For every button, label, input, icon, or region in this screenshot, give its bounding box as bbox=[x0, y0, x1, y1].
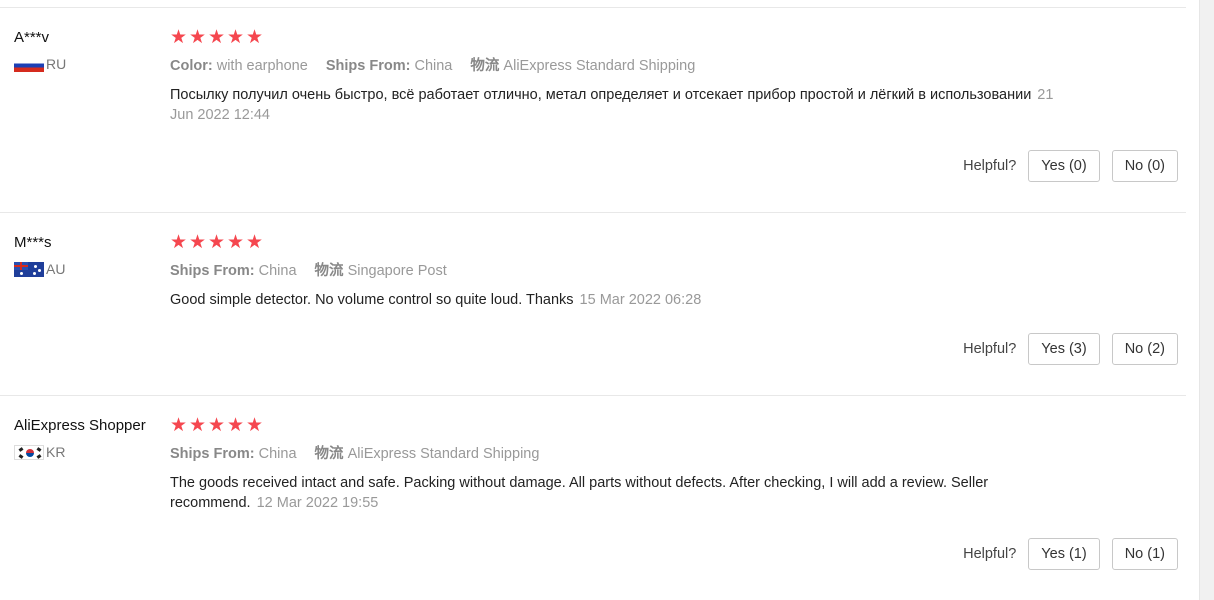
reviewer-country: RU bbox=[14, 56, 164, 72]
sku-logistics: 物流 AliExpress Standard Shipping bbox=[315, 446, 540, 462]
review-text: Посылку получил очень быстро, всё работа… bbox=[170, 85, 1070, 125]
star-rating: ★★★★★ bbox=[170, 416, 1170, 436]
star-icon: ★ bbox=[246, 232, 265, 253]
sku-ships-from: Ships From: China bbox=[326, 58, 453, 74]
sku-label: Ships From: bbox=[170, 263, 255, 279]
star-icon: ★ bbox=[170, 27, 189, 48]
review-content: ★★★★★ Ships From: China 物流 Singapore Pos… bbox=[170, 233, 1170, 310]
star-icon: ★ bbox=[246, 415, 265, 436]
reviewer-info: A***v RU bbox=[14, 28, 164, 72]
sku-value: Singapore Post bbox=[347, 263, 447, 279]
star-icon: ★ bbox=[208, 415, 227, 436]
star-icon: ★ bbox=[227, 415, 246, 436]
reviewer-info: AliExpress Shopper KR bbox=[14, 416, 164, 460]
russia-flag-icon bbox=[14, 58, 44, 72]
reviewer-name: AliExpress Shopper bbox=[14, 417, 146, 434]
star-icon: ★ bbox=[189, 415, 208, 436]
sku-label: Ships From: bbox=[325, 58, 411, 74]
sku-logistics: 物流 AliExpress Standard Shipping bbox=[470, 58, 695, 74]
south-korea-flag-icon bbox=[14, 444, 44, 460]
reviewer-name: M***s bbox=[14, 234, 52, 251]
sku-info: Ships From: China 物流 AliExpress Standard… bbox=[170, 445, 1170, 463]
helpful-label: Helpful? bbox=[963, 546, 1017, 562]
sku-ships-from: Ships From: China bbox=[170, 263, 297, 279]
helpful-label: Helpful? bbox=[963, 158, 1017, 174]
review-content: ★★★★★ Ships From: China 物流 AliExpress St… bbox=[170, 416, 1170, 513]
star-rating: ★★★★★ bbox=[170, 28, 1170, 48]
star-icon: ★ bbox=[170, 232, 189, 253]
star-icon: ★ bbox=[170, 415, 189, 436]
helpful-yes-button[interactable]: Yes (1) bbox=[1028, 538, 1100, 570]
star-icon: ★ bbox=[227, 27, 246, 48]
reviewer-country: KR bbox=[14, 444, 164, 460]
sku-value: China bbox=[258, 446, 297, 462]
review-item: A***v RU ★★★★★ Color: with earphone Ship… bbox=[0, 8, 1186, 213]
sku-value: AliExpress Standard Shipping bbox=[503, 58, 696, 74]
review-text: Good simple detector. No volume control … bbox=[170, 290, 1070, 310]
sku-color: Color: with earphone bbox=[170, 58, 308, 74]
reviews-page: A***v RU ★★★★★ Color: with earphone Ship… bbox=[0, 0, 1214, 600]
sku-value: China bbox=[258, 263, 297, 279]
sku-value: AliExpress Standard Shipping bbox=[347, 446, 540, 462]
country-code: AU bbox=[46, 261, 66, 277]
helpful-controls: Helpful? Yes (0) No (0) bbox=[963, 150, 1178, 182]
review-date: 15 Mar 2022 06:28 bbox=[579, 292, 702, 308]
australia-flag-icon bbox=[14, 261, 44, 277]
sku-value: with earphone bbox=[216, 58, 308, 74]
sku-ships-from: Ships From: China bbox=[170, 446, 297, 462]
country-code: KR bbox=[46, 444, 66, 460]
helpful-controls: Helpful? Yes (1) No (1) bbox=[963, 538, 1178, 570]
helpful-controls: Helpful? Yes (3) No (2) bbox=[963, 333, 1178, 365]
review-item: AliExpress Shopper KR ★★★★★ Ships From: … bbox=[0, 396, 1186, 600]
helpful-yes-button[interactable]: Yes (3) bbox=[1028, 333, 1100, 365]
sku-label: 物流 bbox=[470, 58, 500, 74]
helpful-yes-button[interactable]: Yes (0) bbox=[1028, 150, 1100, 182]
review-content: ★★★★★ Color: with earphone Ships From: C… bbox=[170, 28, 1170, 125]
sku-label: 物流 bbox=[314, 446, 344, 462]
vertical-scrollbar[interactable] bbox=[1199, 0, 1214, 600]
helpful-no-button[interactable]: No (1) bbox=[1111, 538, 1178, 570]
reviewer-name: A***v bbox=[14, 29, 50, 46]
sku-label: Ships From: bbox=[170, 446, 255, 462]
star-icon: ★ bbox=[246, 27, 265, 48]
helpful-no-button[interactable]: No (0) bbox=[1111, 150, 1178, 182]
reviewer-info: M***s AU bbox=[14, 233, 164, 277]
sku-logistics: 物流 Singapore Post bbox=[315, 263, 447, 279]
review-text: The goods received intact and safe. Pack… bbox=[170, 473, 1070, 513]
star-icon: ★ bbox=[208, 232, 227, 253]
sku-info: Ships From: China 物流 Singapore Post bbox=[170, 262, 1170, 280]
sku-label: Color: bbox=[170, 58, 213, 74]
country-code: RU bbox=[46, 56, 67, 72]
star-icon: ★ bbox=[208, 27, 227, 48]
review-date: 12 Mar 2022 19:55 bbox=[256, 495, 379, 511]
review-body: Good simple detector. No volume control … bbox=[170, 292, 574, 308]
sku-label: 物流 bbox=[314, 263, 344, 279]
star-icon: ★ bbox=[227, 232, 246, 253]
star-icon: ★ bbox=[189, 232, 208, 253]
helpful-label: Helpful? bbox=[963, 341, 1017, 357]
sku-info: Color: with earphone Ships From: China 物… bbox=[170, 57, 1170, 75]
review-body: Посылку получил очень быстро, всё работа… bbox=[170, 87, 1032, 103]
sku-value: China bbox=[414, 58, 453, 74]
star-rating: ★★★★★ bbox=[170, 233, 1170, 253]
reviewer-country: AU bbox=[14, 261, 164, 277]
helpful-no-button[interactable]: No (2) bbox=[1111, 333, 1178, 365]
star-icon: ★ bbox=[189, 27, 208, 48]
review-item: M***s AU ★★★★★ Ships From: China 物流 Sing… bbox=[0, 213, 1186, 396]
